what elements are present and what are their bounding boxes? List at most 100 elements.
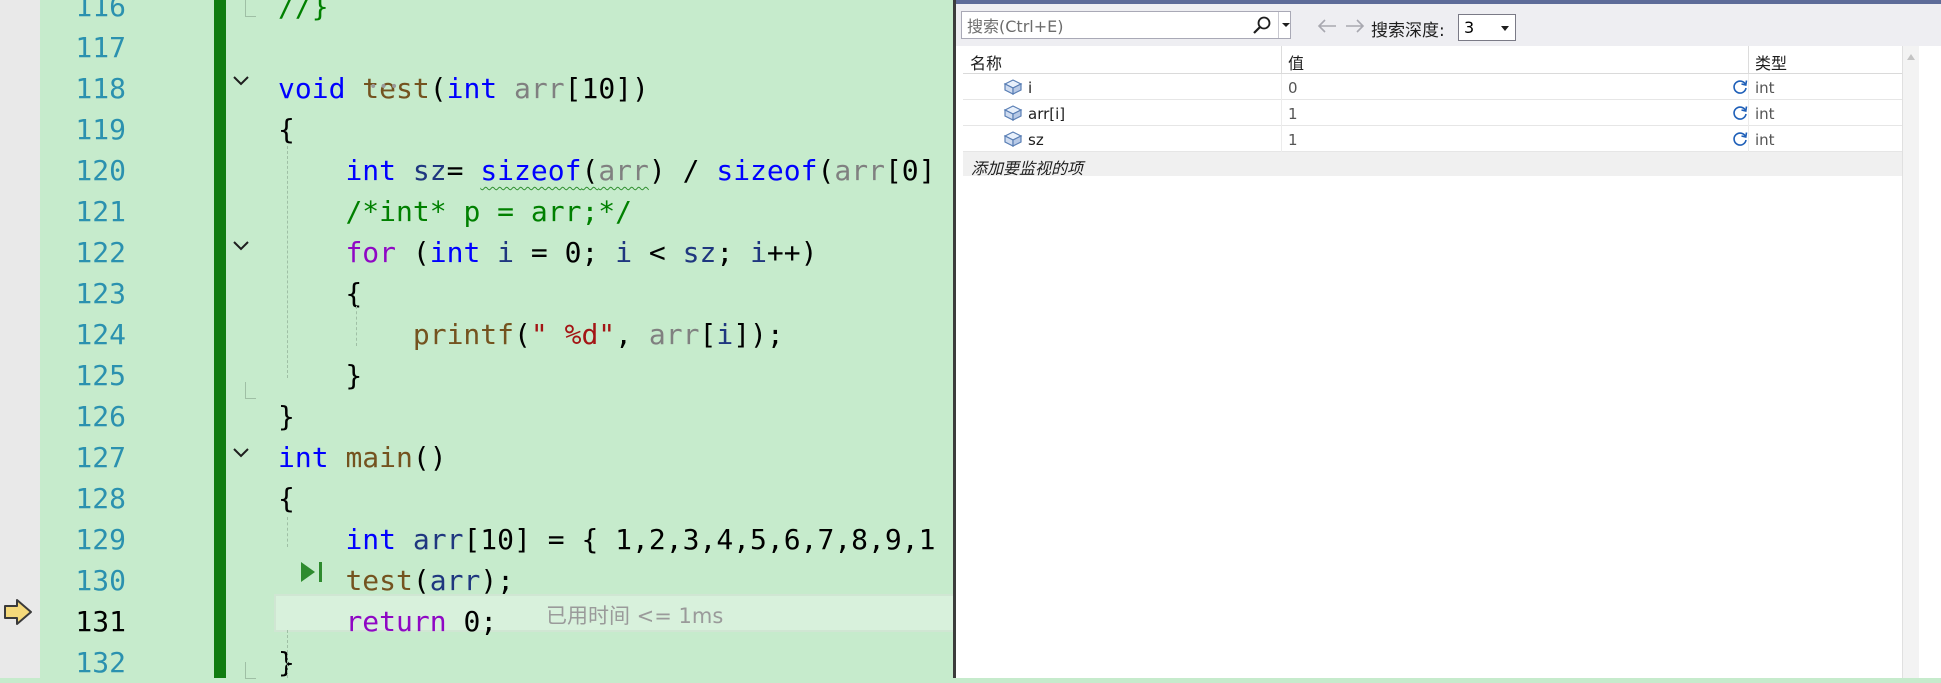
watch-name[interactable]: sz xyxy=(1028,131,1044,149)
column-separator xyxy=(1748,100,1749,126)
scroll-up-arrow-icon[interactable] xyxy=(1907,54,1915,60)
code-line[interactable]: } xyxy=(278,396,295,437)
code-token: arr xyxy=(412,523,464,556)
code-token: ]); xyxy=(733,318,784,351)
code-line[interactable]: for (int i = 0; i < sz; i++) xyxy=(278,232,817,273)
chevron-down-icon xyxy=(1501,26,1509,31)
yellow-arrow-icon[interactable] xyxy=(3,597,33,627)
code-line[interactable]: } xyxy=(278,355,362,396)
code-token: arr xyxy=(514,72,565,105)
code-line[interactable]: int arr[10] = { 1,2,3,4,5,6,7,8,9,1 xyxy=(278,519,935,560)
code-line[interactable]: int sz= sizeof(arr) / sizeof(arr[0] xyxy=(278,150,935,191)
code-token: printf xyxy=(412,318,515,351)
code-line[interactable]: //} xyxy=(278,0,329,27)
code-token: main xyxy=(345,441,413,474)
add-watch-placeholder: 添加要监视的项 xyxy=(971,159,1084,178)
code-token: ( xyxy=(817,154,835,187)
code-token: = 0; xyxy=(514,236,616,269)
code-token: for xyxy=(345,236,397,269)
code-token: arr xyxy=(429,564,481,597)
code-token: } xyxy=(278,359,363,392)
add-watch-row[interactable]: 添加要监视的项 xyxy=(963,152,1906,178)
code-token: arr xyxy=(598,154,649,187)
line-number: 120 xyxy=(75,154,126,187)
watch-type: int xyxy=(1755,79,1775,97)
line-number: 127 xyxy=(75,441,126,474)
watch-value[interactable]: 0 xyxy=(1288,79,1298,97)
line-number: 130 xyxy=(75,564,126,597)
code-line[interactable]: void test(int arr[10]) xyxy=(278,68,649,109)
code-token: int xyxy=(345,523,397,556)
code-token: ( xyxy=(412,564,430,597)
code-line[interactable]: { xyxy=(278,109,295,150)
search-input[interactable] xyxy=(965,13,1244,39)
watch-value[interactable]: 1 xyxy=(1288,131,1298,149)
code-token: sz xyxy=(682,236,717,269)
refresh-icon[interactable] xyxy=(1731,78,1749,96)
watch-value[interactable]: 1 xyxy=(1288,105,1298,123)
column-header-value[interactable]: 值 xyxy=(1281,46,1748,74)
code-line[interactable]: int main() xyxy=(278,437,447,478)
code-line[interactable]: /*int* p = arr;*/ xyxy=(278,191,632,232)
chevron-down-icon[interactable] xyxy=(230,235,252,257)
column-header-type[interactable]: 类型 xyxy=(1748,46,1906,74)
line-number: 124 xyxy=(75,318,126,351)
indicator-margin[interactable] xyxy=(0,0,40,678)
watch-row[interactable]: i 0 int xyxy=(963,74,1906,100)
code-token: { xyxy=(278,277,363,310)
code-token: /*int* p = arr;*/ xyxy=(345,195,633,228)
code-token: " %d" xyxy=(530,318,616,351)
refresh-icon[interactable] xyxy=(1731,104,1749,122)
arrow-right-icon[interactable] xyxy=(1342,16,1368,36)
indent-guide xyxy=(287,630,288,678)
chevron-down-icon[interactable] xyxy=(230,442,252,464)
code-token: { xyxy=(278,113,295,146)
codelens-dots: ••• xyxy=(369,79,401,95)
code-token: int xyxy=(446,72,498,105)
watch-window[interactable]: 搜索深度: 3 名称 值 类型 i 0 int arr[i] 1 int sz 1 int 添加… xyxy=(953,0,1941,678)
code-token: [10] = { 1,2,3,4,5,6,7,8,9,1 xyxy=(463,523,936,556)
code-token: ( xyxy=(396,236,430,269)
vertical-scrollbar[interactable] xyxy=(1902,46,1919,678)
watch-type: int xyxy=(1755,105,1775,123)
watch-row[interactable]: arr[i] 1 int xyxy=(963,100,1906,126)
code-line[interactable]: { xyxy=(278,478,295,519)
code-token: i xyxy=(615,236,633,269)
chevron-down-icon xyxy=(1282,23,1290,27)
watch-type: int xyxy=(1755,131,1775,149)
line-number: 129 xyxy=(75,523,126,556)
code-token: } xyxy=(278,400,295,433)
code-token: //} xyxy=(278,0,329,23)
code-line[interactable]: { xyxy=(278,273,362,314)
search-icon[interactable] xyxy=(1252,15,1272,35)
line-number: 125 xyxy=(75,359,126,392)
search-depth-select[interactable]: 3 xyxy=(1458,14,1516,41)
column-separator xyxy=(1748,74,1749,100)
code-token: ; xyxy=(716,236,751,269)
code-token: , xyxy=(615,318,649,351)
arrow-left-icon[interactable] xyxy=(1314,16,1340,36)
change-tracking-bar xyxy=(214,0,226,678)
line-number: 128 xyxy=(75,482,126,515)
chevron-down-icon[interactable] xyxy=(230,70,252,92)
indent-guide xyxy=(287,517,288,547)
watch-row[interactable]: sz 1 int xyxy=(963,126,1906,152)
line-number: 117 xyxy=(75,31,126,64)
search-box[interactable] xyxy=(961,11,1291,39)
run-to-click-icon[interactable] xyxy=(297,558,325,586)
watch-name[interactable]: arr[i] xyxy=(1028,105,1065,123)
code-editor[interactable]: 116 117 118 119 120 121 122 123 124 125 126 127 128 1… xyxy=(0,0,955,679)
code-line[interactable]: return 0; xyxy=(278,601,497,642)
watch-grid[interactable]: 名称 值 类型 i 0 int arr[i] 1 int sz 1 int 添加要监视的项 xyxy=(963,46,1921,678)
search-options-dropdown[interactable] xyxy=(1278,12,1293,38)
watch-name[interactable]: i xyxy=(1028,79,1032,97)
code-line[interactable]: printf(" %d", arr[i]); xyxy=(278,314,784,355)
code-token: ( xyxy=(581,154,599,187)
column-header-name[interactable]: 名称 xyxy=(963,46,1281,74)
refresh-icon[interactable] xyxy=(1731,130,1749,148)
code-token: sizeof xyxy=(480,154,582,187)
code-token: sz xyxy=(412,154,447,187)
